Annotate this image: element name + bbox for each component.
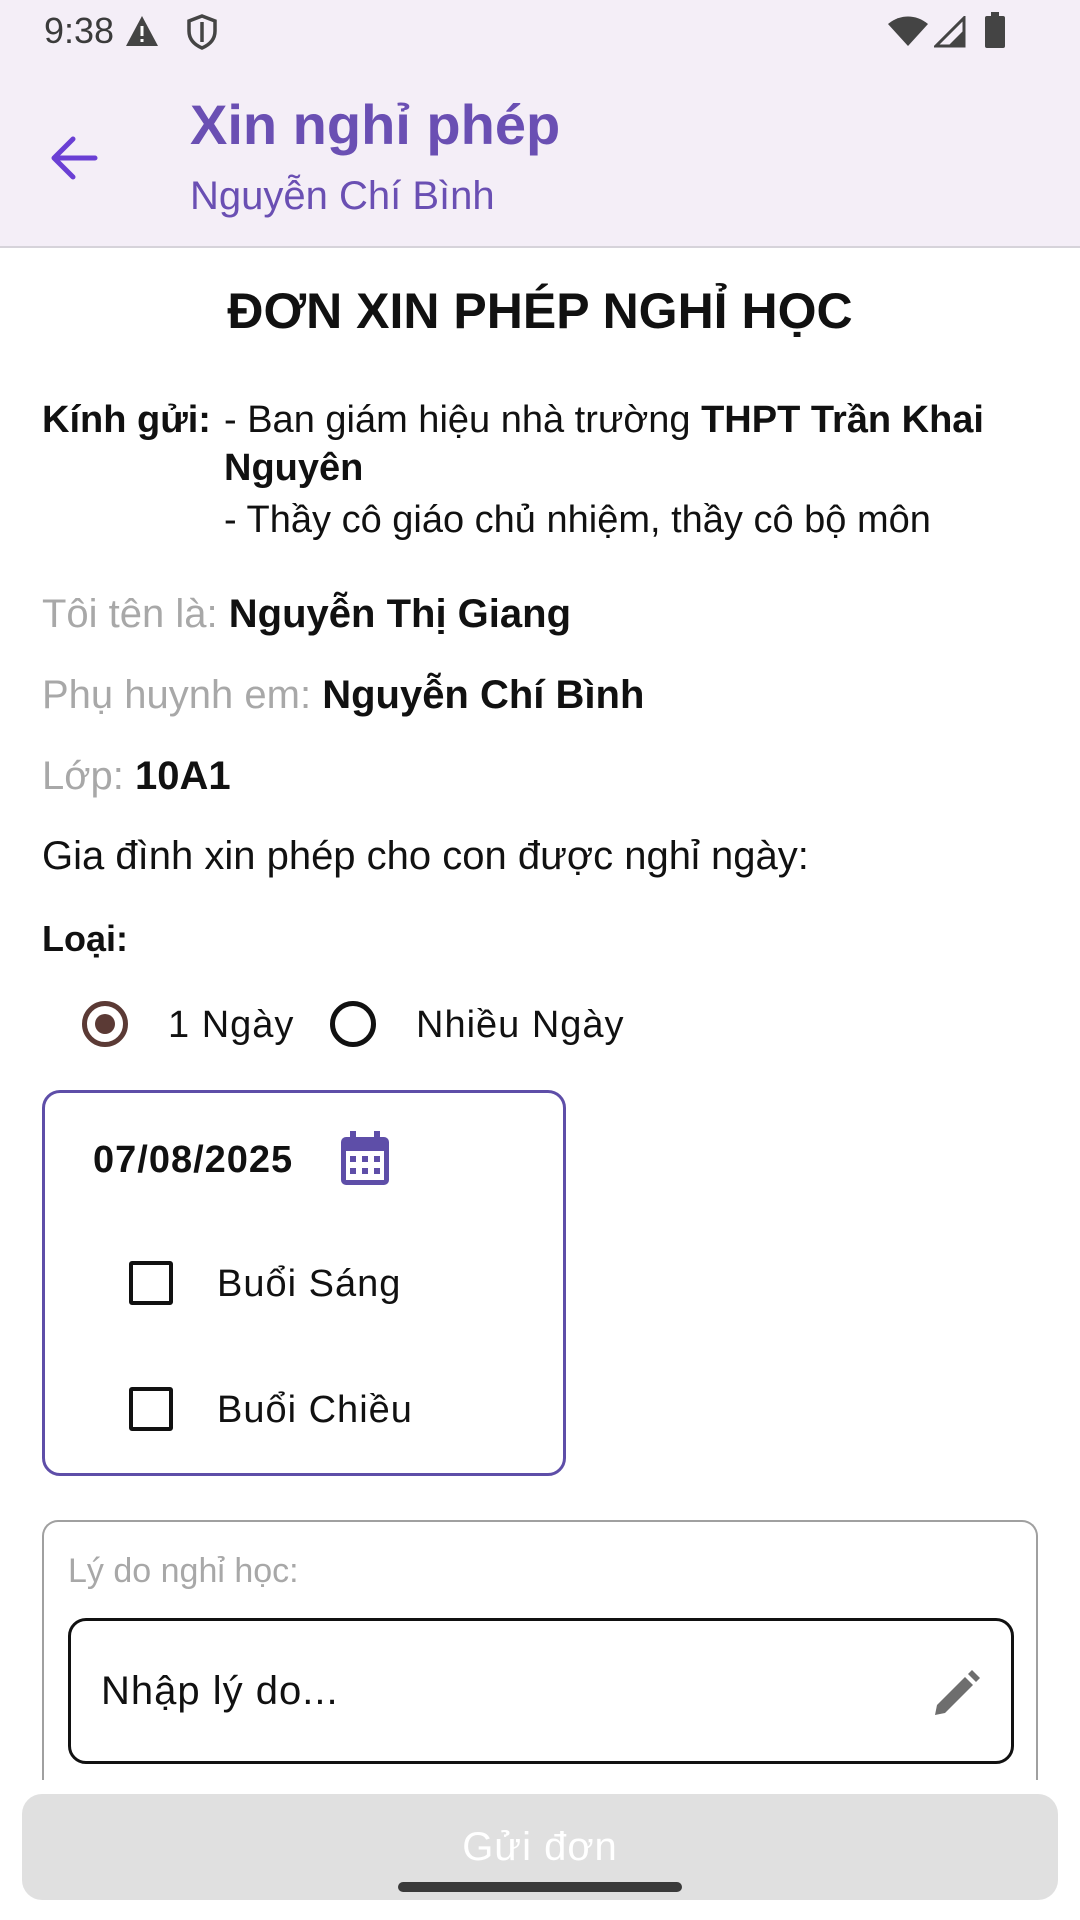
class-label: Lớp:: [42, 754, 124, 798]
battery-icon: [984, 12, 1006, 53]
request-text: Gia đình xin phép cho con được nghỉ ngày…: [42, 834, 809, 878]
date-value[interactable]: 07/08/2025: [93, 1139, 293, 1182]
parent-value: Nguyễn Chí Bình: [322, 673, 645, 717]
afternoon-label[interactable]: Buổi Chiều: [217, 1389, 413, 1432]
status-time: 9:38: [44, 10, 115, 51]
student-name-row: Tôi tên là: Nguyễn Thị Giang: [42, 592, 571, 637]
parent-label: Phụ huynh em:: [42, 673, 312, 717]
radio-multiple-days-label[interactable]: Nhiều Ngày: [416, 1004, 625, 1047]
radio-one-day[interactable]: [82, 1001, 128, 1047]
signal-icon: [932, 14, 966, 53]
warning-icon: [124, 14, 160, 53]
page-title: Xin nghỉ phép: [190, 93, 561, 156]
reason-label: Lý do nghỉ học:: [68, 1552, 299, 1590]
reason-input[interactable]: Nhập lý do...: [68, 1618, 1014, 1764]
status-bar: 9:38: [0, 0, 1080, 64]
class-row: Lớp: 10A1: [42, 754, 231, 799]
document-title: ĐƠN XIN PHÉP NGHỈ HỌC: [227, 283, 853, 339]
date-card: 07/08/2025 Buổi Sáng Buổi Chiều: [42, 1090, 566, 1476]
recipient-label: Kính gửi:: [42, 399, 211, 441]
class-value: 10A1: [134, 754, 231, 798]
arrow-left-icon: [51, 136, 98, 180]
radio-multiple-days[interactable]: [330, 1001, 376, 1047]
morning-label[interactable]: Buổi Sáng: [217, 1263, 401, 1306]
reason-card: Lý do nghỉ học: Nhập lý do...: [42, 1520, 1038, 1780]
shield-icon: [186, 14, 218, 55]
recipient-line-2: - Thầy cô giáo chủ nhiệm, thầy cô bộ môn: [224, 499, 931, 541]
parent-row: Phụ huynh em: Nguyễn Chí Bình: [42, 673, 644, 718]
radio-one-day-label[interactable]: 1 Ngày: [168, 1004, 294, 1047]
recipient-line-1-prefix: - Ban giám hiệu nhà trường: [224, 399, 702, 441]
back-button[interactable]: [40, 124, 108, 192]
calendar-icon[interactable]: [339, 1131, 391, 1192]
student-name-value: Nguyễn Thị Giang: [228, 592, 572, 636]
reason-placeholder[interactable]: Nhập lý do...: [101, 1669, 339, 1714]
recipient-line-1: - Ban giám hiệu nhà trường THPT Trần Kha…: [224, 396, 1044, 492]
afternoon-checkbox[interactable]: [129, 1387, 173, 1431]
home-indicator[interactable]: [398, 1882, 682, 1892]
morning-checkbox[interactable]: [129, 1261, 173, 1305]
app-bar: Xin nghỉ phép Nguyễn Chí Bình: [0, 64, 1080, 248]
student-name-label: Tôi tên là:: [42, 592, 218, 636]
wifi-icon: [888, 16, 928, 53]
page-subtitle: Nguyễn Chí Bình: [190, 174, 495, 218]
leave-type-label: Loại:: [42, 918, 128, 959]
pencil-icon[interactable]: [931, 1669, 981, 1724]
